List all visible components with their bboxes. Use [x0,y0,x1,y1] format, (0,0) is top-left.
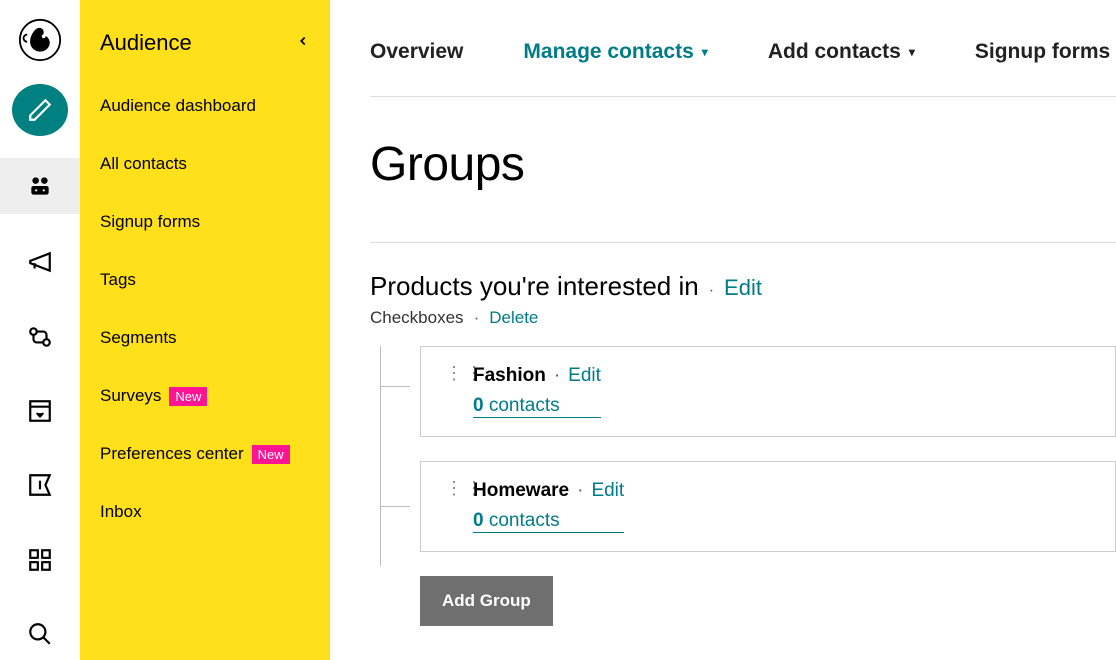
group-contacts-link[interactable]: 0 contacts [473,510,624,533]
group-card: ⋮⋮ Fashion · Edit 0 contacts [420,346,1116,437]
contacts-word: contacts [489,510,560,531]
icon-rail [0,0,80,660]
new-badge: New [252,445,290,464]
category-meta: Checkboxes · Delete [370,308,1116,328]
sidebar-item-label: Tags [100,270,136,290]
sidebar-header[interactable]: Audience [100,30,310,56]
sidebar-item-segments[interactable]: Segments [100,328,310,348]
separator: · [474,308,480,328]
sidebar-title: Audience [100,30,192,56]
tab-label: Add contacts [768,40,901,64]
tree-connector [380,506,410,507]
group-name: Fashion [473,365,546,387]
sidebar-item-inbox[interactable]: Inbox [100,502,310,522]
sidebar-item-tags[interactable]: Tags [100,270,310,290]
group-name: Homeware [473,480,569,502]
rail-automations-button[interactable] [12,311,68,363]
sidebar-item-audience-dashboard[interactable]: Audience dashboard [100,96,310,116]
tabs: Overview Manage contacts▾ Add contacts▾ … [370,40,1116,97]
group-card: ⋮⋮ Homeware · Edit 0 contacts [420,461,1116,552]
rail-audience-button[interactable] [0,158,80,214]
sidebar-item-label: Inbox [100,502,142,522]
separator: · [577,480,583,502]
contacts-count: 0 [473,395,484,416]
group-edit-link[interactable]: Edit [568,365,601,387]
sidebar-item-signup-forms[interactable]: Signup forms [100,212,310,232]
tab-label: Signup forms [975,40,1110,64]
sidebar-item-label: Audience dashboard [100,96,256,116]
chevron-down-icon: ▾ [702,45,708,59]
sidebar-item-surveys[interactable]: Surveys New [100,386,310,406]
category-header: Products you're interested in · Edit [370,271,1116,302]
chevron-left-icon [296,34,310,53]
tab-label: Manage contacts [523,40,693,64]
drag-handle-icon[interactable]: ⋮⋮ [445,480,455,492]
main-content: Overview Manage contacts▾ Add contacts▾ … [330,0,1116,660]
chevron-down-icon: ▾ [909,45,915,59]
contacts-count: 0 [473,510,484,531]
tab-signup-forms[interactable]: Signup forms [975,40,1110,64]
sidebar-item-preferences-center[interactable]: Preferences center New [100,444,310,464]
rail-integrations-button[interactable] [12,533,68,585]
tree-connector [380,386,410,387]
sidebar-item-label: Surveys [100,386,161,406]
rail-website-button[interactable] [12,385,68,437]
tree-line [380,346,381,566]
add-group-button[interactable]: Add Group [420,576,553,626]
sidebar-item-all-contacts[interactable]: All contacts [100,154,310,174]
group-contacts-link[interactable]: 0 contacts [473,395,601,418]
category-edit-link[interactable]: Edit [724,275,762,301]
category-delete-link[interactable]: Delete [489,308,538,328]
group-edit-link[interactable]: Edit [591,480,624,502]
category-type: Checkboxes [370,308,464,328]
rail-search-button[interactable] [12,608,68,660]
tab-add-contacts[interactable]: Add contacts ▾ [768,40,915,64]
category-title: Products you're interested in [370,271,699,302]
rail-create-button[interactable] [12,84,68,136]
mailchimp-logo[interactable] [18,18,62,62]
drag-handle-icon[interactable]: ⋮⋮ [445,365,455,377]
separator: · [554,365,560,387]
tab-manage-contacts[interactable]: Manage contacts ▾ [523,40,707,64]
separator: · [709,282,714,300]
sidebar-item-label: Signup forms [100,212,200,232]
sidebar-item-label: All contacts [100,154,187,174]
sidebar-item-label: Preferences center [100,444,244,464]
divider [370,242,1116,243]
sidebar: Audience Audience dashboard All contacts… [80,0,330,660]
contacts-word: contacts [489,395,560,416]
sidebar-item-label: Segments [100,328,177,348]
new-badge: New [169,387,207,406]
rail-campaigns-button[interactable] [12,236,68,288]
tab-overview[interactable]: Overview [370,40,463,64]
tab-label: Overview [370,40,463,64]
page-title: Groups [370,137,1116,192]
rail-content-button[interactable] [12,459,68,511]
